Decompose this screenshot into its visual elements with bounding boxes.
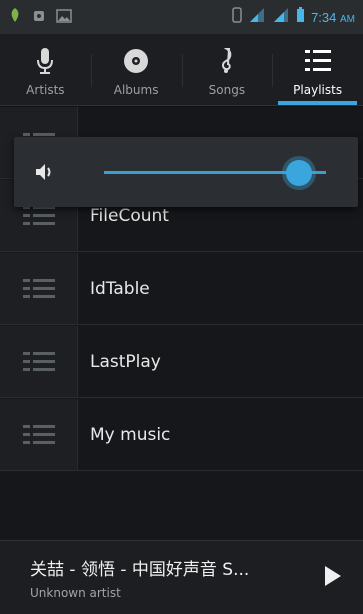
- now-playing-info[interactable]: 关喆 - 领悟 - 中国好声音 S... Unknown artist: [30, 555, 303, 600]
- now-playing-bar[interactable]: 关喆 - 领悟 - 中国好声音 S... Unknown artist: [0, 540, 363, 614]
- list-item-label: My music: [90, 424, 171, 445]
- play-button[interactable]: [303, 564, 363, 592]
- tab-playlists[interactable]: Playlists: [272, 34, 363, 105]
- status-bar: 7:34 AM: [0, 0, 363, 34]
- list-item[interactable]: IdTable: [0, 253, 363, 325]
- tab-label: Artists: [26, 83, 65, 97]
- volume-slider[interactable]: [104, 152, 326, 192]
- tab-label: Songs: [208, 83, 246, 97]
- image-icon: [56, 8, 72, 27]
- notification-icon: [32, 8, 46, 27]
- list-item-label: IdTable: [90, 278, 150, 299]
- status-time: 7:34 AM: [311, 9, 355, 25]
- speaker-icon[interactable]: [14, 161, 76, 183]
- tab-bar: Artists Albums Songs Playlists: [0, 34, 363, 106]
- volume-dialog: [14, 137, 358, 207]
- now-playing-title: 关喆 - 领悟 - 中国好声音 S...: [30, 560, 250, 580]
- volume-slider-thumb[interactable]: [286, 160, 312, 186]
- list-item[interactable]: My music: [0, 399, 363, 471]
- tab-label: Playlists: [293, 83, 343, 97]
- disc-icon: [123, 45, 149, 77]
- list-item-label: FileCount: [90, 205, 169, 226]
- signal-icon-2: [272, 7, 290, 27]
- list-item[interactable]: LastPlay: [0, 326, 363, 398]
- tab-songs[interactable]: Songs: [181, 34, 273, 105]
- battery-icon: [296, 7, 305, 27]
- list-icon: [304, 45, 332, 77]
- play-icon: [323, 564, 343, 592]
- music-note-icon: [218, 45, 236, 77]
- list-item-label: LastPlay: [90, 351, 161, 372]
- battery-saver-icon: [8, 7, 22, 27]
- tab-albums[interactable]: Albums: [90, 34, 182, 105]
- playlist-icon: [0, 399, 78, 470]
- microphone-icon: [36, 45, 54, 77]
- tab-artists[interactable]: Artists: [0, 34, 91, 105]
- playlist-icon: [0, 253, 78, 324]
- playlist-icon: [0, 326, 78, 397]
- now-playing-artist: Unknown artist: [30, 586, 121, 600]
- sim-icon: [232, 7, 242, 27]
- tab-label: Albums: [113, 83, 159, 97]
- signal-icon: [248, 7, 266, 27]
